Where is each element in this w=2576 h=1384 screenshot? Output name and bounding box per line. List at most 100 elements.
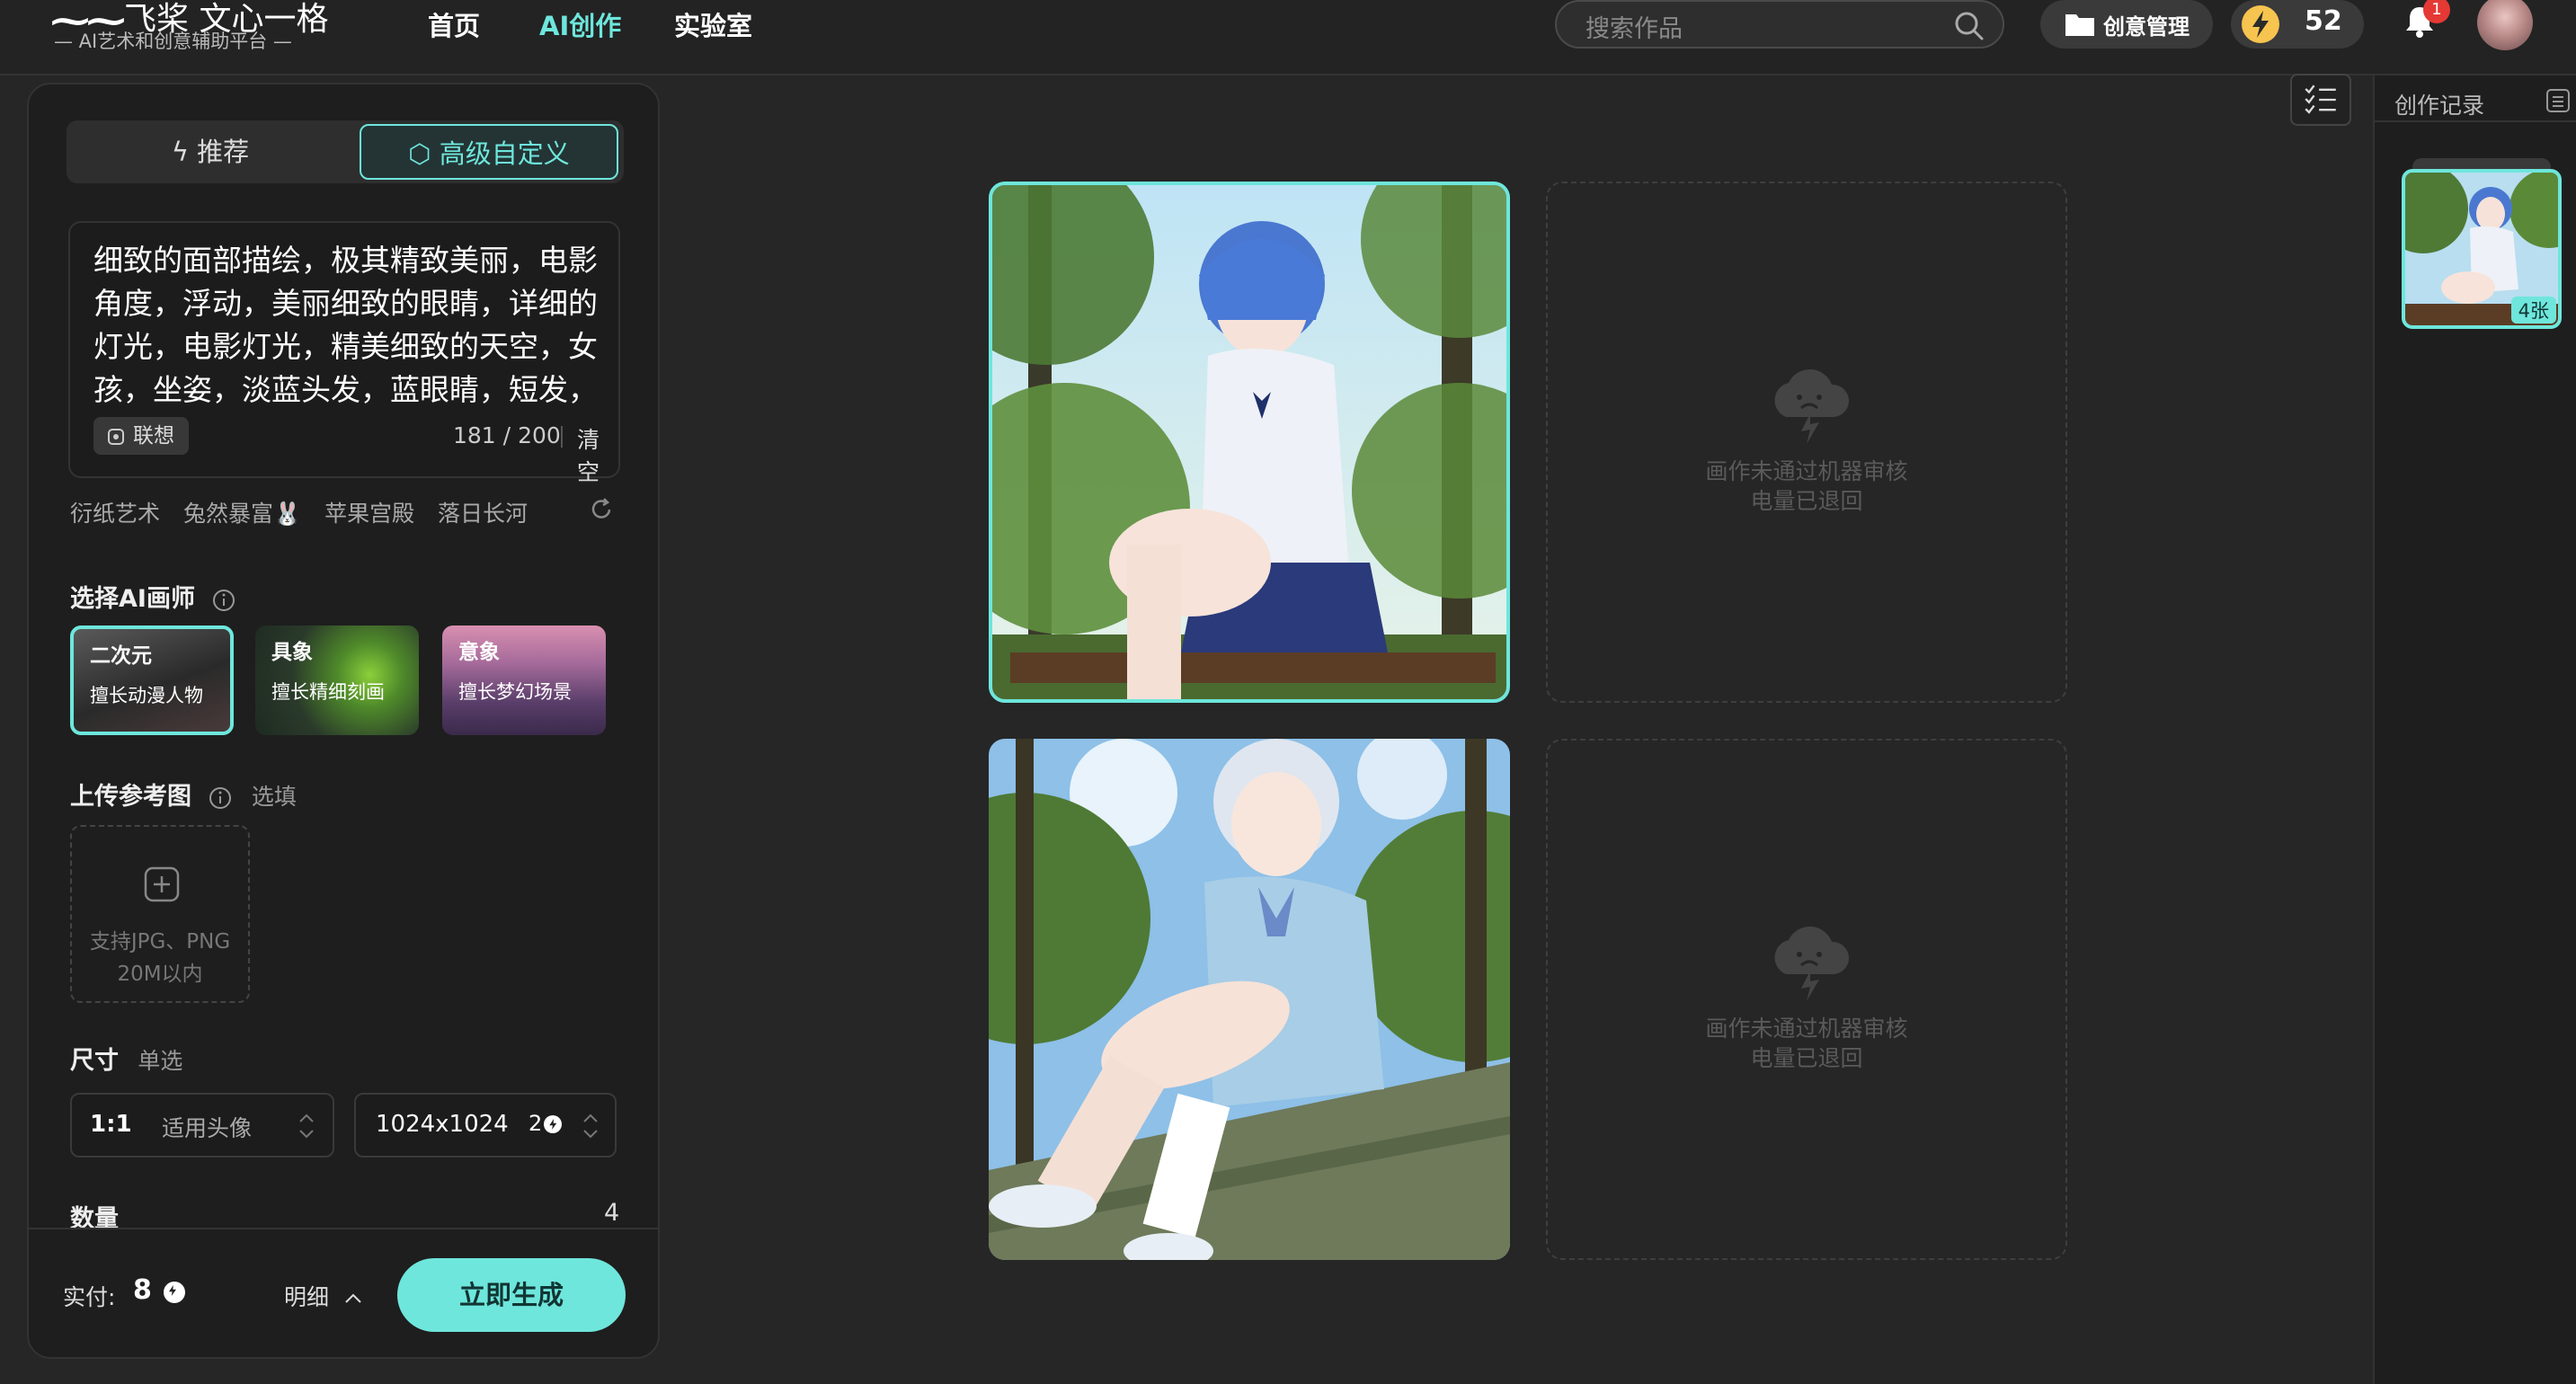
refresh-icon[interactable] [588, 496, 615, 523]
tab-recommend[interactable]: ϟ 推荐 [67, 124, 354, 180]
artist-name: 意象 [458, 641, 500, 664]
history-thumbnail[interactable]: 4张 [2402, 169, 2562, 329]
size-section-label: 尺寸 [70, 1047, 119, 1075]
mode-tabs: ϟ 推荐 ⬡ 高级自定义 [67, 120, 624, 183]
points-balance[interactable]: 52 [2231, 0, 2364, 49]
nav-home[interactable]: 首页 [428, 5, 480, 43]
fail-reason: 画作未通过机器审核 [1705, 1016, 1908, 1042]
prompt-textarea[interactable]: 细致的面部描绘，极其精致美丽，电影角度，浮动，美丽细致的眼睛，详细的灯光，电影灯… [68, 221, 620, 485]
stepper-icon[interactable] [577, 1105, 604, 1147]
search-input[interactable]: 搜索作品 [1555, 0, 2004, 49]
divider [561, 426, 563, 448]
generated-image[interactable] [989, 182, 1510, 703]
resolution-cost-value: 2 [529, 1111, 543, 1136]
char-max: 200 [518, 422, 561, 448]
divider [29, 1228, 658, 1229]
thumbnail-count: 4张 [2510, 297, 2556, 324]
cloud-storm-icon [1774, 368, 1850, 444]
nav-lab[interactable]: 实验室 [674, 5, 752, 43]
ratio-hint: 适用头像 [162, 1115, 253, 1141]
detail-toggle[interactable]: 明细 [284, 1280, 363, 1312]
prompt-tags: 衍纸艺术 兔然暴富🐰 苹果宫殿 落日长河 [70, 496, 544, 528]
generated-image[interactable] [989, 739, 1510, 1260]
failed-image-slot: 画作未通过机器审核 电量已退回 [1546, 182, 2067, 703]
failed-image-slot: 画作未通过机器审核 电量已退回 [1546, 739, 2067, 1260]
associate-label: 联想 [133, 424, 174, 448]
logo-subtitle: — AI艺术和创意辅助平台 — [54, 31, 292, 52]
info-icon[interactable] [209, 786, 232, 810]
generated-image-art [992, 185, 1506, 699]
tab-recommend-label: 推荐 [197, 137, 250, 167]
folder-icon [2065, 14, 2094, 36]
size-section-title: 尺寸 单选 [70, 1041, 182, 1076]
upload-format: 支持JPG、PNG [89, 930, 231, 954]
tag-item[interactable]: 苹果宫殿 [324, 501, 414, 527]
coin-icon [544, 1115, 563, 1133]
detail-label: 明细 [284, 1284, 330, 1310]
artist-name: 具象 [271, 641, 313, 664]
upload-size-limit: 20M以内 [117, 963, 203, 986]
divider [2375, 120, 2576, 122]
prompt-text[interactable]: 细致的面部描绘，极其精致美丽，电影角度，浮动，美丽细致的眼睛，详细的灯光，电影灯… [93, 239, 608, 415]
history-title: 创作记录 [2394, 93, 2485, 119]
bolt-icon: ϟ [171, 137, 189, 167]
quantity-value[interactable]: 4 [604, 1199, 619, 1227]
tab-advanced-label: 高级自定义 [439, 138, 570, 169]
nav-ai-create[interactable]: AI创作 [539, 5, 621, 43]
coin-icon [164, 1282, 185, 1303]
fail-refund: 电量已退回 [1750, 488, 1863, 514]
tag-item[interactable]: 衍纸艺术 [70, 501, 160, 527]
artist-desc: 擅长梦幻场景 [458, 681, 572, 703]
creation-history-sidebar: 创作记录 4张 [2373, 75, 2576, 1384]
logo[interactable]: ⁓⁓ 飞桨 文心一格 — AI艺术和创意辅助平台 — [50, 0, 328, 65]
upload-requirements: 支持JPG、PNG 20M以内 [72, 926, 248, 990]
size-hint: 单选 [138, 1048, 183, 1074]
resolution-value: 1024x1024 [376, 1111, 509, 1138]
cube-icon: ⬡ [408, 138, 431, 169]
artist-dreamy[interactable]: 意象 擅长梦幻场景 [442, 625, 606, 735]
char-sep: / [502, 422, 511, 448]
tag-item[interactable]: 兔然暴富🐰 [183, 501, 301, 527]
clear-button[interactable]: 清空 [577, 422, 618, 487]
fail-refund: 电量已退回 [1750, 1045, 1863, 1071]
search-placeholder: 搜索作品 [1586, 15, 1683, 43]
creation-panel: ϟ 推荐 ⬡ 高级自定义 细致的面部描绘，极其精致美丽，电影角度，浮动，美丽细致… [27, 83, 660, 1359]
avatar[interactable] [2477, 0, 2533, 50]
notification-badge: 1 [2423, 0, 2450, 23]
pay-label: 实付: [63, 1284, 116, 1310]
plus-icon [144, 866, 180, 902]
top-navigation-bar: ⁓⁓ 飞桨 文心一格 — AI艺术和创意辅助平台 — 首页 AI创作 实验室 搜… [0, 0, 2576, 75]
tag-item[interactable]: 落日长河 [438, 501, 528, 527]
tab-advanced-custom[interactable]: ⬡ 高级自定义 [360, 124, 618, 180]
pay-value: 8 [133, 1274, 152, 1306]
list-check-icon [2305, 84, 2336, 114]
fail-message: 画作未通过机器审核 电量已退回 [1548, 1014, 2065, 1073]
artist-section-label: 选择AI画师 [70, 585, 195, 613]
list-icon[interactable] [2545, 88, 2571, 113]
info-icon[interactable] [212, 589, 235, 612]
creative-management-label: 创意管理 [2103, 14, 2190, 40]
upload-hint: 选填 [251, 784, 297, 810]
artist-name: 二次元 [90, 644, 152, 668]
creative-management-button[interactable]: 创意管理 [2040, 0, 2213, 49]
generate-button[interactable]: 立即生成 [397, 1258, 626, 1332]
artist-anime[interactable]: 二次元 擅长动漫人物 [70, 625, 234, 735]
associate-button[interactable]: 联想 [93, 417, 189, 455]
aspect-ratio-select[interactable]: 1:1 适用头像 [70, 1093, 334, 1158]
resolution-cost: 2 [529, 1111, 563, 1136]
generated-image-art [989, 739, 1510, 1260]
upload-reference-image[interactable]: 支持JPG、PNG 20M以内 [70, 825, 250, 1003]
resolution-select[interactable]: 1024x1024 2 [354, 1093, 617, 1158]
upload-section-label: 上传参考图 [70, 783, 191, 811]
fail-reason: 画作未通过机器审核 [1705, 458, 1908, 484]
search-icon[interactable] [1954, 11, 1985, 41]
list-view-button[interactable] [2290, 74, 2351, 126]
cloud-storm-icon [1774, 926, 1850, 1001]
char-count: 181 [453, 422, 496, 448]
stepper-icon[interactable] [293, 1105, 320, 1147]
artist-section-title: 选择AI画师 [70, 579, 235, 614]
fail-message: 画作未通过机器审核 电量已退回 [1548, 457, 2065, 516]
artist-desc: 擅长动漫人物 [90, 685, 203, 706]
artist-desc: 擅长精细刻画 [271, 681, 385, 703]
artist-realistic[interactable]: 具象 擅长精细刻画 [255, 625, 419, 735]
